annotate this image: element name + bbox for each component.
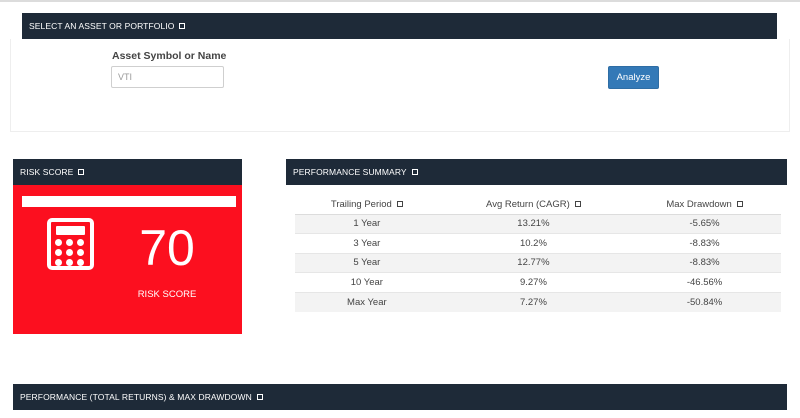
table-cell: -8.83% (628, 233, 781, 253)
table-cell: 10.2% (438, 233, 629, 253)
table-cell: 10 Year (295, 272, 439, 292)
sort-square-icon (736, 201, 743, 208)
performance-summary-header: PERFORMANCE SUMMARY (286, 159, 787, 185)
table-cell: Max Year (295, 291, 439, 312)
expand-square-icon[interactable] (411, 169, 418, 175)
asset-symbol-label: Asset Symbol or Name (112, 50, 227, 62)
table-cell: 3 Year (295, 233, 439, 253)
risk-score-strip (22, 196, 236, 207)
asset-section-title: SELECT AN ASSET OR PORTFOLIO (29, 21, 175, 31)
performance-chart-header: PERFORMANCE (TOTAL RETURNS) & MAX DRAWDO… (13, 384, 787, 410)
table-row: Max Year 7.27% -50.84% (295, 291, 781, 312)
performance-summary-table: Trailing Period Avg Return (CAGR) Max Dr… (295, 195, 781, 312)
risk-score-label: RISK SCORE (137, 289, 197, 300)
top-divider (0, 0, 800, 2)
table-row: 10 Year 9.27% -46.56% (295, 272, 781, 292)
table-cell: 12.77% (438, 252, 629, 273)
performance-summary-title: PERFORMANCE SUMMARY (293, 167, 407, 177)
risk-score-value: 70 (139, 220, 195, 276)
table-cell: -46.56% (628, 272, 781, 292)
performance-chart-title: PERFORMANCE (TOTAL RETURNS) & MAX DRAWDO… (20, 392, 252, 402)
table-cell: 9.27% (438, 272, 629, 292)
table-cell: -50.84% (628, 291, 781, 312)
table-row: 3 Year 10.2% -8.83% (295, 233, 781, 253)
column-header[interactable]: Trailing Period (295, 195, 439, 215)
table-row: 5 Year 12.77% -8.83% (295, 252, 781, 273)
table-header-row: Trailing Period Avg Return (CAGR) Max Dr… (295, 195, 781, 215)
asset-section-header: SELECT AN ASSET OR PORTFOLIO (22, 13, 777, 39)
column-header[interactable]: Max Drawdown (628, 195, 781, 215)
risk-score-title: RISK SCORE (20, 167, 74, 177)
sort-square-icon (396, 201, 403, 208)
table-cell: 5 Year (295, 252, 439, 273)
column-header[interactable]: Avg Return (CAGR) (438, 195, 629, 215)
table-cell: 13.21% (438, 213, 629, 234)
table-row: 1 Year 13.21% -5.65% (295, 213, 781, 234)
sort-square-icon (574, 201, 581, 208)
table-cell: -8.83% (628, 252, 781, 273)
expand-square-icon[interactable] (256, 394, 263, 400)
asset-symbol-input[interactable] (111, 66, 224, 88)
risk-score-header: RISK SCORE (13, 159, 242, 185)
expand-square-icon[interactable] (179, 23, 186, 29)
analyze-button[interactable]: Analyze (608, 66, 659, 89)
calculator-icon (47, 218, 94, 270)
table-cell: -5.65% (628, 213, 781, 234)
expand-square-icon[interactable] (78, 169, 85, 175)
table-cell: 7.27% (438, 291, 629, 312)
table-cell: 1 Year (295, 213, 439, 234)
